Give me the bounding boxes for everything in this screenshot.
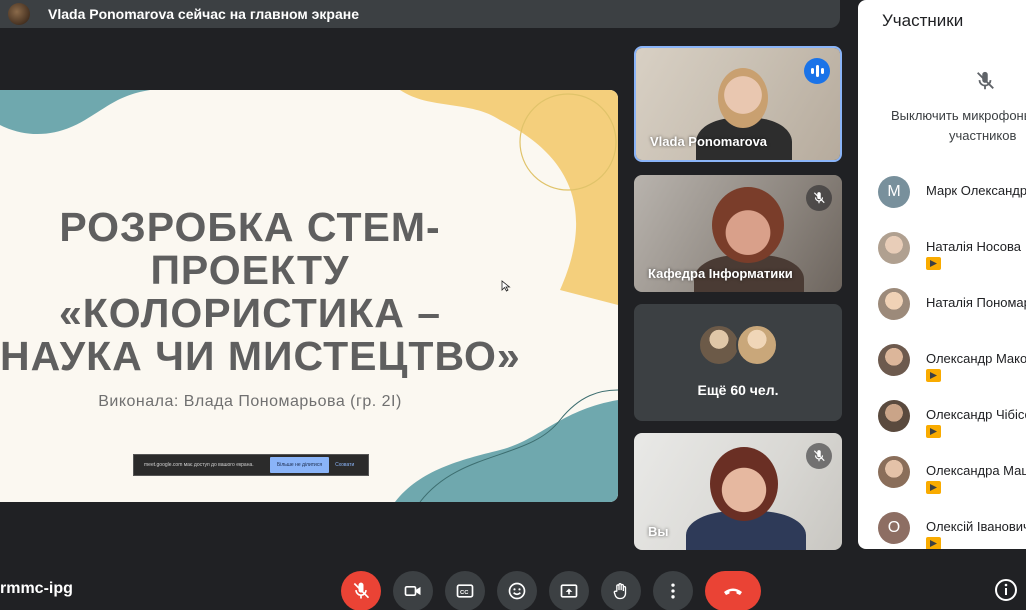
participant-name: Олександр Маковецький [926, 351, 1026, 366]
participant-name: Наталія Носова [926, 239, 1021, 254]
mic-off-icon [353, 582, 370, 599]
presenter-avatar [8, 3, 30, 25]
camera-icon [404, 586, 421, 596]
info-icon [995, 579, 1017, 601]
overflow-count: Ещё 60 чел. [697, 382, 779, 398]
reactions-button[interactable] [497, 571, 537, 610]
avatar [736, 324, 778, 366]
more-options-button[interactable] [653, 571, 693, 610]
hang-up-icon [724, 588, 742, 595]
participant-avatar [878, 288, 910, 320]
presenting-badge-icon [926, 537, 941, 549]
meeting-details-button[interactable] [994, 578, 1018, 602]
more-vert-icon [671, 583, 675, 599]
hand-icon [613, 583, 627, 600]
tile-name: Vlada Ponomarova [650, 134, 768, 149]
participant-name: Наталія Пономарова [926, 295, 1026, 310]
camera-toggle-button[interactable] [393, 571, 433, 610]
mic-toggle-button[interactable] [341, 571, 381, 610]
slide-subtitle: Виконала: Влада Пономарьова (гр. 2І) [98, 393, 402, 410]
participant-avatar [878, 400, 910, 432]
present-screen-icon [560, 584, 578, 598]
participant-avatar: O [878, 512, 910, 544]
meeting-code: rmmc-ipg [0, 580, 73, 597]
participant-row[interactable]: M Марк Олександрович [858, 170, 1026, 226]
speaking-indicator-icon [804, 58, 830, 84]
tile-name: Вы [648, 524, 669, 539]
participant-row[interactable]: O Олексій Іванович [858, 506, 1026, 549]
presentation-stage: РОЗРОБКА СТЕМ- ПРОЕКТУ «КОЛОРИСТИКА – НА… [0, 90, 618, 502]
participant-row[interactable]: Олександр Чібісов [858, 394, 1026, 450]
participant-name: Олександр Чібісов [926, 407, 1026, 422]
avatar [698, 324, 740, 366]
video-tile-self[interactable]: Вы [634, 433, 842, 550]
captions-icon: CC [456, 584, 474, 598]
mute-all-label: Выключить микрофоны [891, 108, 1026, 123]
video-person-face [710, 447, 778, 521]
participant-row[interactable]: Олександр Маковецький [858, 338, 1026, 394]
participants-panel: Участники Выключить микрофоны участников… [858, 0, 1026, 549]
participant-avatar [878, 232, 910, 264]
participant-row[interactable]: Наталія Пономарова [858, 282, 1026, 338]
screen-share-notice: meet.google.com має доступ до вашого екр… [133, 454, 369, 476]
slide-title-line: НАУКА ЧИ МИСТЕЦТВО» [0, 333, 521, 379]
participant-name: Олександра Мацюк [926, 463, 1026, 478]
svg-text:CC: CC [460, 590, 469, 596]
participant-name: Олексій Іванович [926, 519, 1026, 534]
video-tile-speaker[interactable]: Vlada Ponomarova [634, 46, 842, 162]
leave-call-button[interactable] [705, 571, 761, 610]
hide-notice-button[interactable]: Сховати [329, 462, 354, 468]
mic-off-icon [806, 185, 832, 211]
mute-all-icon[interactable] [974, 70, 996, 92]
participant-row[interactable]: Олександра Мацюк [858, 450, 1026, 506]
participant-row[interactable]: Наталія Носова [858, 226, 1026, 282]
slide-title-line: «КОЛОРИСТИКА – [58, 290, 442, 336]
participant-avatar [878, 456, 910, 488]
presenting-badge-icon [926, 481, 941, 494]
video-person-face [718, 68, 768, 128]
participant-avatar [878, 344, 910, 376]
video-tile-overflow[interactable]: Ещё 60 чел. [634, 304, 842, 421]
participant-list: M Марк Олександрович Наталія Носова Ната… [858, 170, 1026, 549]
presenting-badge-icon [926, 257, 941, 270]
presenter-banner-text: Vlada Ponomarova сейчас на главном экран… [48, 6, 359, 22]
mic-off-icon [806, 443, 832, 469]
mute-all-label: участников [949, 128, 1017, 143]
slide-title-line: ПРОЕКТУ [150, 247, 350, 293]
emoji-icon [508, 582, 526, 600]
presenter-banner: Vlada Ponomarova сейчас на главном экран… [0, 0, 840, 28]
slide-title: РОЗРОБКА СТЕМ- ПРОЕКТУ «КОЛОРИСТИКА – НА… [0, 204, 521, 379]
participant-avatar: M [878, 176, 910, 208]
stop-sharing-button[interactable]: Більше не ділитися [270, 457, 330, 473]
panel-title: Участники [882, 11, 964, 30]
video-person-face [712, 187, 784, 263]
share-notice-text: meet.google.com має доступ до вашого екр… [144, 462, 254, 468]
presenting-badge-icon [926, 425, 941, 438]
raise-hand-button[interactable] [601, 571, 641, 610]
presenting-badge-icon [926, 369, 941, 382]
mute-all-button[interactable]: Выключить микрофоны участников [891, 106, 1026, 146]
video-tile-participant[interactable]: Кафедра Інформатики [634, 175, 842, 292]
cursor-icon [501, 280, 511, 292]
tile-name: Кафедра Інформатики [648, 266, 793, 281]
slide-title-line: РОЗРОБКА СТЕМ- [59, 204, 441, 250]
captions-button[interactable]: CC [445, 571, 485, 610]
present-button[interactable] [549, 571, 589, 610]
overflow-avatars [698, 324, 778, 366]
participant-name: Марк Олександрович [926, 183, 1026, 198]
